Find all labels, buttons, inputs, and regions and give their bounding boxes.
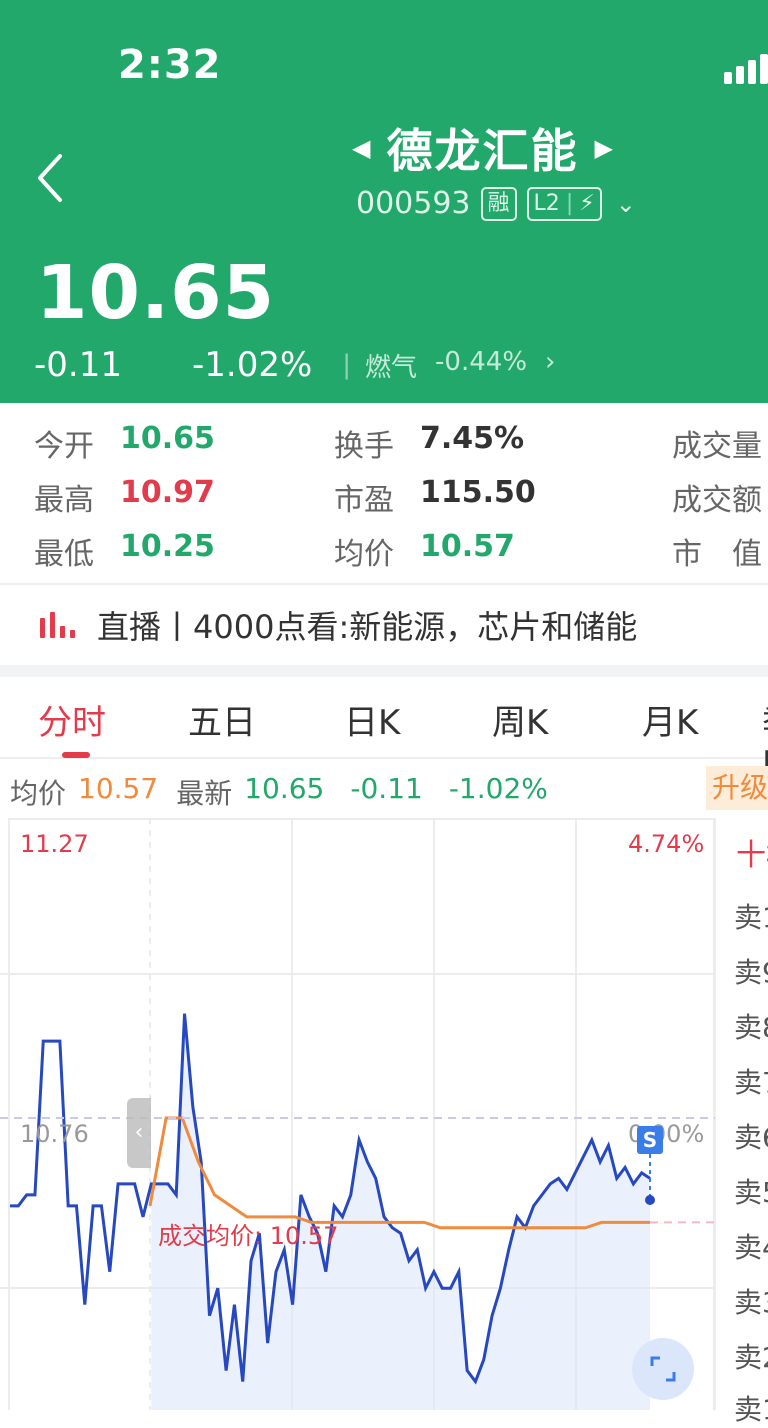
chart-svg [0, 818, 715, 1412]
y-max-pct: 4.74% [628, 830, 705, 858]
stat-value: 7.45% [420, 421, 525, 456]
section-gap [0, 665, 768, 677]
l2-label: L2 [533, 190, 560, 216]
y-mid-label: 10.76 [20, 1120, 89, 1148]
stat-avg: 均价 10.57 [334, 529, 515, 573]
stat-label: 最低 [34, 537, 94, 572]
ask-2: 卖2 [734, 1341, 768, 1374]
live-bars-icon [40, 612, 75, 638]
order-book-panel[interactable]: 十档 卖10 卖9 卖8 卖7 卖6 卖5 卖4 卖3 卖2 卖1 [715, 818, 768, 1426]
l2-badge[interactable]: L2 | ⚡ [526, 186, 602, 221]
chart-info-row: 均价 10.57 最新 10.65 -0.11 -1.02% [10, 772, 548, 812]
stat-high: 最高 10.97 [34, 475, 215, 519]
price-change-pct: -1.02% [191, 345, 313, 385]
stat-value: 10.57 [420, 529, 515, 564]
tab-weekly-k[interactable]: 周K [492, 695, 548, 744]
stat-open: 今开 10.65 [34, 421, 215, 465]
last-label: 最新 [176, 777, 233, 810]
stat-amount: 成交额 [672, 475, 762, 519]
avg-value: 10.57 [78, 772, 159, 805]
info-change: -0.11 [350, 772, 423, 805]
y-max-label: 11.27 [20, 830, 89, 858]
upgrade-button[interactable]: 升级 [706, 766, 768, 810]
info-change-pct: -1.02% [448, 772, 548, 805]
ask-9: 卖9 [734, 956, 768, 989]
stock-title-row: ◀ 德龙汇能 ▶ [352, 115, 613, 181]
chart-tabs: 分时 五日 日K 周K 月K 季K [0, 677, 768, 784]
prev-stock-arrow-icon[interactable]: ◀ [352, 134, 370, 162]
stat-turnover: 换手 7.45% [334, 421, 524, 465]
stat-value: 10.65 [120, 421, 215, 456]
ask-6: 卖6 [734, 1121, 768, 1154]
fullscreen-icon [650, 1356, 676, 1382]
chevron-left-icon [38, 154, 62, 202]
ask-10: 卖10 [734, 901, 768, 934]
stock-header: 2:32 ◀ 德龙汇能 ▶ 000593 融 L2 | ⚡ ⌄ 10.65 -0… [0, 0, 768, 403]
stat-value: 115.50 [420, 475, 536, 510]
order-book-header: 十档 [736, 838, 768, 873]
sector-name: 燃气 [365, 352, 418, 383]
stock-code-row: 000593 融 L2 | ⚡ ⌄ [356, 186, 636, 221]
last-point [645, 1195, 655, 1205]
margin-badge: 融 [480, 186, 517, 221]
intraday-chart[interactable]: 11.27 4.74% 10.76 0.00% [0, 818, 715, 1412]
stat-mktcap: 市 值 [672, 529, 762, 573]
stat-label: 今开 [34, 429, 94, 464]
stat-volume: 成交量 [672, 421, 762, 465]
tab-five-day[interactable]: 五日 [188, 695, 256, 744]
chevron-right-icon: › [545, 346, 556, 377]
next-stock-arrow-icon[interactable]: ▶ [594, 134, 612, 162]
signal-icon [724, 50, 768, 84]
avg-label: 均价 [10, 777, 67, 810]
sell-marker[interactable]: S [637, 1126, 663, 1154]
change-row: -0.11 -1.02% | 燃气 -0.44% › [34, 345, 555, 385]
sector-link[interactable]: 燃气 -0.44% › [365, 347, 555, 384]
ask-7: 卖7 [734, 1066, 768, 1099]
chevron-down-icon[interactable]: ⌄ [616, 190, 636, 218]
tab-daily-k[interactable]: 日K [344, 695, 400, 744]
stat-pe: 市盈 115.50 [334, 475, 536, 519]
ask-5: 卖5 [734, 1176, 768, 1209]
stat-label: 最高 [34, 483, 94, 518]
active-tab-indicator [62, 752, 90, 758]
stat-label: 换手 [334, 429, 394, 464]
ask-4: 卖4 [734, 1231, 768, 1264]
lightning-icon: ⚡ [579, 190, 595, 216]
stat-value: 10.25 [120, 529, 215, 564]
avg-price-annotation: 成交均价: 10.57 [158, 1222, 339, 1250]
stat-label: 均价 [334, 537, 394, 572]
stock-code: 000593 [356, 186, 471, 221]
stat-low: 最低 10.25 [34, 529, 215, 573]
current-price: 10.65 [36, 250, 276, 336]
stats-panel: 今开 10.65 最高 10.97 最低 10.25 换手 7.45% 市盈 1… [0, 403, 768, 583]
status-time: 2:32 [118, 42, 222, 88]
stock-name: 德龙汇能 [386, 124, 579, 178]
last-value: 10.65 [244, 772, 325, 805]
fullscreen-button[interactable] [632, 1338, 694, 1400]
ask-1: 卖1 [734, 1393, 768, 1426]
stat-label: 市盈 [334, 483, 394, 518]
stat-label: 市 值 [672, 537, 762, 572]
stat-value: 10.97 [120, 475, 215, 510]
live-text: 直播丨4000点看:新能源，芯片和储能 [97, 608, 638, 646]
divider: | [342, 350, 352, 380]
stat-label: 成交量 [672, 429, 762, 464]
tab-monthly-k[interactable]: 月K [642, 695, 698, 744]
tab-intraday[interactable]: 分时 [38, 695, 106, 744]
chart-drawer-handle[interactable]: ‹ [127, 1098, 151, 1168]
back-button[interactable] [32, 150, 72, 206]
ask-8: 卖8 [734, 1011, 768, 1044]
live-banner[interactable]: 直播丨4000点看:新能源，芯片和储能 [0, 585, 768, 665]
stat-label: 成交额 [672, 483, 762, 518]
sector-pct: -0.44% [435, 346, 528, 377]
price-change: -0.11 [34, 345, 122, 385]
ask-3: 卖3 [734, 1286, 768, 1319]
